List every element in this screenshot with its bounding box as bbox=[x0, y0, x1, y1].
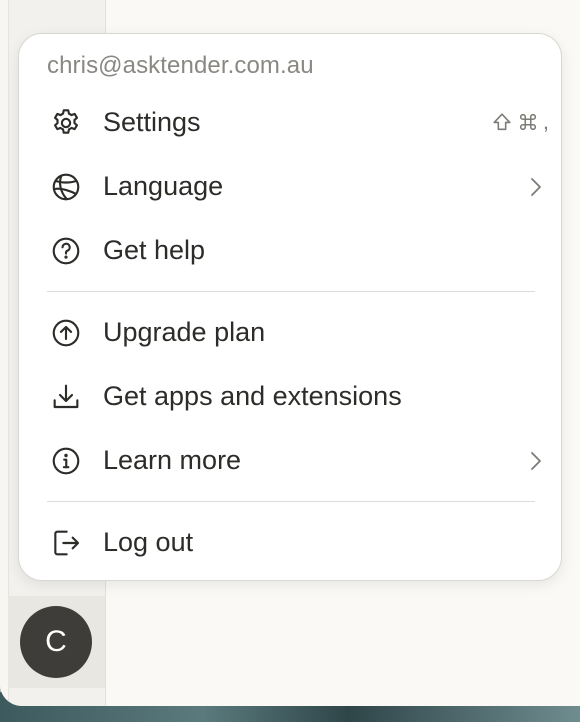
globe-icon bbox=[49, 170, 83, 204]
avatar-initial: C bbox=[45, 625, 67, 658]
account-email: chris@asktender.com.au bbox=[47, 52, 314, 79]
log-out-icon bbox=[49, 526, 83, 560]
menu-item-upgrade-plan[interactable]: Upgrade plan bbox=[33, 305, 549, 361]
chevron-right-icon bbox=[525, 449, 547, 473]
menu-item-language[interactable]: Language bbox=[33, 159, 549, 215]
keyboard-shortcut: , bbox=[491, 109, 549, 135]
arrow-up-circle-icon bbox=[49, 316, 83, 350]
comma-key: , bbox=[542, 109, 549, 134]
menu-item-label: Settings bbox=[103, 107, 201, 137]
menu-item-settings[interactable]: Settings , bbox=[33, 95, 549, 151]
menu-divider bbox=[47, 291, 535, 292]
account-menu: chris@asktender.com.au Settings , Langua… bbox=[18, 33, 562, 581]
download-icon bbox=[49, 380, 83, 414]
menu-item-label: Get help bbox=[103, 235, 206, 265]
command-icon bbox=[517, 111, 539, 133]
menu-item-label: Learn more bbox=[103, 445, 242, 475]
gear-icon bbox=[49, 106, 83, 140]
shift-icon bbox=[491, 111, 513, 133]
menu-item-label: Get apps and extensions bbox=[103, 381, 402, 411]
menu-item-log-out[interactable]: Log out bbox=[33, 515, 549, 571]
menu-item-get-help[interactable]: Get help bbox=[33, 223, 549, 279]
info-circle-icon bbox=[49, 444, 83, 478]
avatar[interactable]: C bbox=[20, 606, 92, 678]
chevron-right-icon bbox=[525, 175, 547, 199]
menu-item-label: Upgrade plan bbox=[103, 317, 266, 347]
menu-item-label: Language bbox=[103, 171, 224, 201]
menu-divider bbox=[47, 501, 535, 502]
menu-item-learn-more[interactable]: Learn more bbox=[33, 433, 549, 489]
help-circle-icon bbox=[49, 234, 83, 268]
menu-item-label: Log out bbox=[103, 527, 194, 557]
menu-item-get-apps[interactable]: Get apps and extensions bbox=[33, 369, 549, 425]
